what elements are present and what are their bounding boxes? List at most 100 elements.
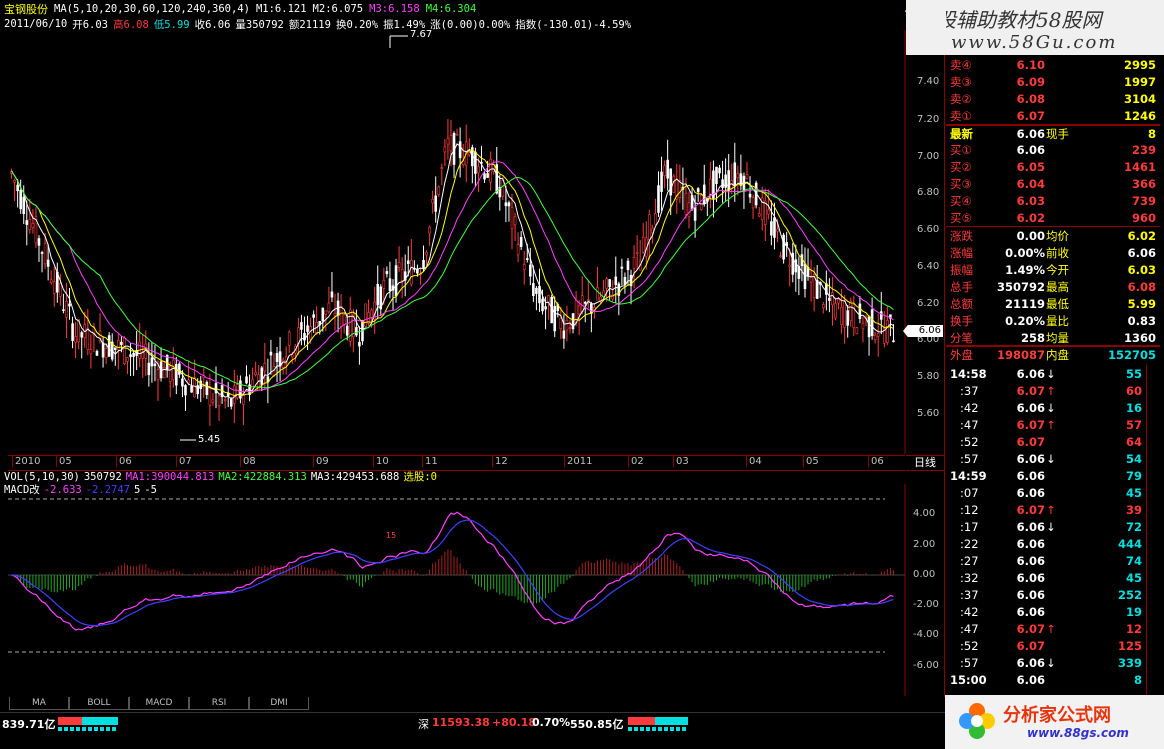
- period-button[interactable]: 日线: [906, 455, 944, 471]
- tick-arrow: ↓: [1046, 655, 1056, 670]
- change-label: 涨(0.00)0.00%: [430, 18, 511, 31]
- quote-row: :27 6.06 74: [946, 552, 1160, 569]
- open-label: 开6.03: [72, 18, 109, 31]
- stat-value: 21119: [1004, 296, 1045, 311]
- tick-price: 6.06: [1016, 553, 1045, 568]
- price-tick: 6.20: [917, 298, 940, 309]
- quote-row: 分笔 258 均量 1360: [946, 329, 1160, 346]
- turnover-label: 换0.20%: [335, 18, 379, 31]
- quote-row: :52 6.07 125: [946, 637, 1160, 654]
- stat-value2: 6.06: [1127, 245, 1156, 260]
- tick-time: :57: [960, 451, 979, 466]
- tick-time: :27: [960, 553, 979, 568]
- price-tick: 5.80: [917, 371, 940, 382]
- flower-logo-icon: [957, 701, 997, 741]
- vol-params[interactable]: VOL(5,10,30): [4, 471, 80, 483]
- tick-scrollbar[interactable]: [1146, 365, 1159, 695]
- quote-row: :12 6.07 ↑ 39: [946, 501, 1160, 518]
- tick-price: 6.07: [1016, 638, 1045, 653]
- stock-select-label: 选股:0: [403, 471, 437, 483]
- candles-group: [10, 119, 895, 426]
- quote-row: :37 6.06 252: [946, 586, 1160, 603]
- time-label: 07: [176, 456, 192, 467]
- quote-row: 14:59 6.06 79: [946, 467, 1160, 484]
- tick-arrow: ↑: [1046, 502, 1056, 517]
- sh-bar: [58, 717, 118, 725]
- macd-chart[interactable]: [0, 484, 945, 696]
- tab-boll[interactable]: BOLL: [69, 697, 129, 710]
- macd-hist-label: 15: [386, 531, 397, 540]
- tab-dmi[interactable]: DMI: [249, 697, 309, 710]
- last-vol-label: 现手: [1046, 126, 1069, 141]
- quote-row: 总额 21119 最低 5.99: [946, 295, 1160, 312]
- status-bar: 839.71亿 深 11593.38 +80.18 0.70% 550.85亿 …: [0, 695, 1164, 749]
- tab-rsi[interactable]: RSI: [189, 697, 249, 710]
- time-label: 2010: [12, 456, 40, 467]
- bid-volume: 239: [1131, 142, 1156, 157]
- bottom-watermark: 分析家公式网 www.88gs.com: [945, 695, 1164, 749]
- macd-tick: 2.00: [913, 539, 936, 550]
- bid-volume: 739: [1131, 193, 1156, 208]
- quote-row: :57 6.06 ↓ 339: [946, 654, 1160, 671]
- time-label: 06: [868, 456, 884, 467]
- current-price-tag: 6.06: [903, 325, 943, 337]
- tick-time: :07: [960, 485, 979, 500]
- volume-label: 量350792: [235, 18, 284, 31]
- quote-row: 外盘 198087 内盘 152705: [946, 346, 1160, 363]
- tick-volume: 252: [1117, 587, 1142, 602]
- stat-value2: 6.02: [1127, 228, 1156, 243]
- quote-row: 振幅 1.49% 今开 6.03: [946, 261, 1160, 278]
- vol-ma2: MA2:422884.313: [218, 470, 307, 483]
- tick-time: :52: [960, 434, 979, 449]
- stat-value2: 0.83: [1127, 313, 1156, 328]
- candlestick-chart[interactable]: [0, 30, 945, 454]
- tick-time: :42: [960, 400, 979, 415]
- bid-volume: 366: [1131, 176, 1156, 191]
- ask-price: 6.09: [1016, 74, 1045, 89]
- tick-time: :42: [960, 604, 979, 619]
- time-label: 04: [746, 456, 762, 467]
- quote-row: 买④ 6.03 739: [946, 192, 1160, 209]
- chart-area[interactable]: 宝钢股份 MA(5,10,20,30,60,120,240,360,4) M1:…: [0, 0, 945, 710]
- price-tick: 7.20: [917, 114, 940, 125]
- tick-volume: 19: [1125, 604, 1142, 619]
- tab-macd[interactable]: MACD: [129, 697, 189, 710]
- stat-label: 总额: [950, 296, 973, 311]
- watermark-url: www.58Gu.com: [951, 32, 1118, 53]
- quote-row: 买② 6.05 1461: [946, 158, 1160, 175]
- inner-label: 内盘: [1046, 347, 1069, 362]
- sz-change: +80.18: [492, 716, 537, 729]
- tick-volume: 79: [1125, 468, 1142, 483]
- tick-arrow: ↓: [1046, 400, 1056, 415]
- bid-price: 6.06: [1016, 142, 1045, 157]
- tick-arrow: ↑: [1046, 621, 1056, 636]
- last-volume: 8: [1147, 126, 1156, 141]
- stat-value2: 1360: [1123, 330, 1156, 345]
- bid-price: 6.03: [1016, 193, 1045, 208]
- stat-label: 振幅: [950, 262, 973, 277]
- time-label: 09: [313, 456, 329, 467]
- stat-label2: 前收: [1046, 245, 1069, 260]
- tick-price: 6.07: [1016, 502, 1045, 517]
- ma-m1: M1:6.121: [255, 3, 307, 15]
- stat-value2: 6.08: [1127, 279, 1156, 294]
- macd-tick: -4.00: [913, 629, 939, 640]
- stat-label2: 均量: [1046, 330, 1069, 345]
- ask-volume: 2995: [1123, 57, 1156, 72]
- stat-label: 换手: [950, 313, 973, 328]
- macd-tick: -6.00: [913, 660, 939, 671]
- tick-price: 6.06: [1016, 587, 1045, 602]
- stat-label2: 量比: [1046, 313, 1069, 328]
- bid-label: 买③: [950, 176, 972, 191]
- sh-amount: 839.71亿: [2, 718, 56, 731]
- stat-label: 分笔: [950, 330, 973, 345]
- time-label: 06: [116, 456, 132, 467]
- tick-time: :32: [960, 570, 979, 585]
- tab-ma[interactable]: MA: [9, 697, 69, 710]
- bottom-logo-text: 分析家公式网: [1003, 705, 1111, 726]
- close-label: 收6.06: [194, 18, 231, 31]
- time-label: 05: [803, 456, 819, 467]
- outer-label: 外盘: [950, 347, 973, 362]
- stock-name[interactable]: 宝钢股份: [4, 2, 48, 16]
- time-label: 08: [240, 456, 256, 467]
